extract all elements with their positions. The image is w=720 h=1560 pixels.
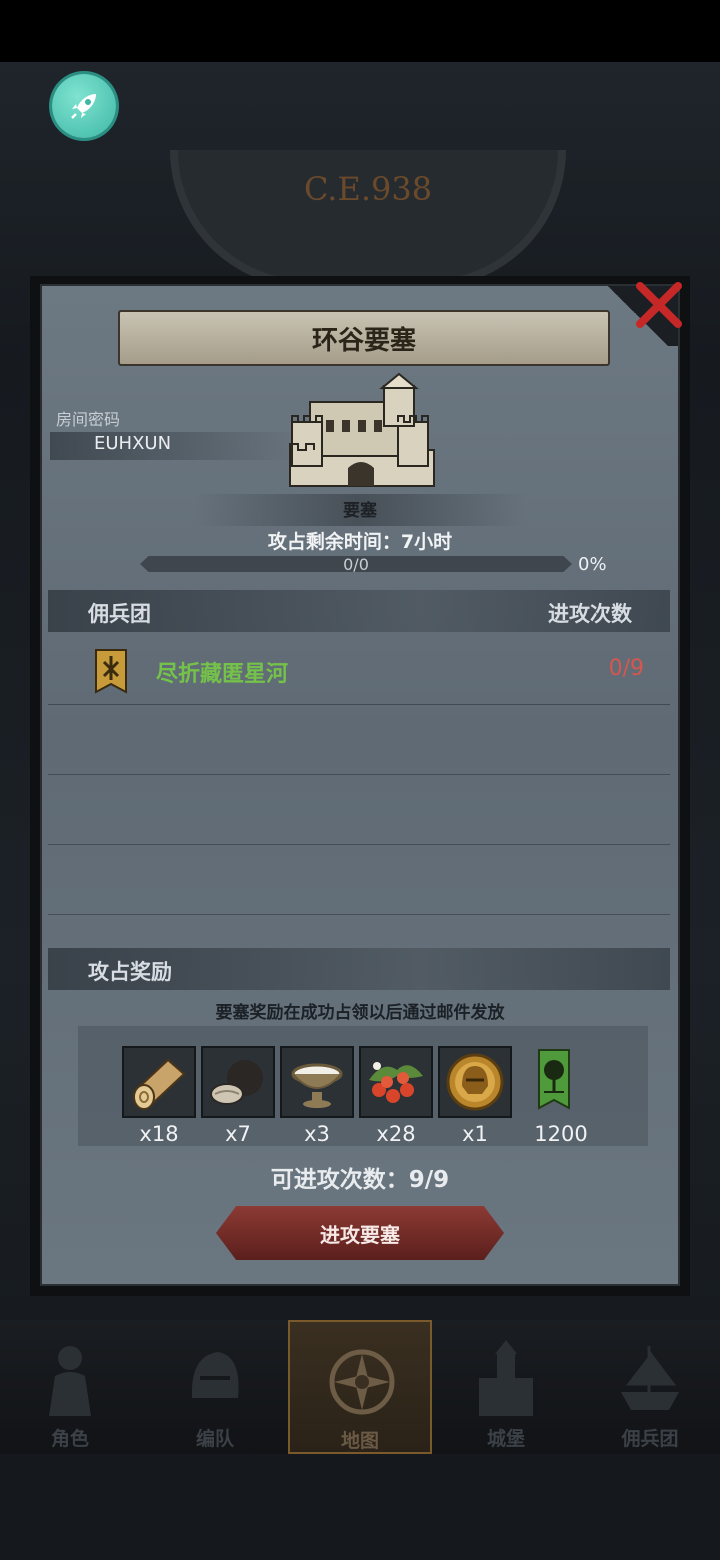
rewards-header-label: 攻占奖励 [88,960,172,984]
milk-bowl-icon [291,1063,343,1108]
knight-icon [49,1346,91,1416]
nav-label: 地图 [340,1430,379,1452]
reward-item-qty: x18 [139,1122,179,1146]
guild-banner-icon [94,648,128,698]
mercenary-name: 尽折藏匿星河 [156,662,289,687]
close-button[interactable] [632,278,686,332]
attack-count-header-label: 进攻次数 [548,602,632,626]
attacks-remaining: 可进攻次数：9/9 [270,1167,450,1193]
reward-item-milk[interactable] [280,1046,354,1118]
fortress-image [280,372,442,494]
close-icon [636,282,682,328]
nav-label: 城堡 [486,1428,525,1450]
reward-item-qty: x7 [225,1122,251,1146]
nav-label: 编队 [195,1428,234,1450]
reward-item-truffle[interactable] [201,1046,275,1118]
room-password-label: 房间密码 [56,410,121,429]
room-code-strip [50,432,300,460]
nav-tab-castle[interactable]: 城堡 [436,1320,576,1454]
empty-list-row [48,775,670,845]
berries-icon [369,1062,423,1103]
mercenary-header-label: 佣兵团 [88,602,151,626]
nav-tab-character[interactable]: 角色 [0,1320,140,1454]
reward-item-berries[interactable] [359,1046,433,1118]
ship-icon [621,1346,679,1410]
nav-label: 佣兵团 [621,1428,679,1450]
wood-log-icon [133,1058,186,1110]
reward-item-qty: x3 [304,1122,330,1146]
status-bar [0,0,720,62]
nav-tab-mercenary[interactable]: 佣兵团 [580,1320,720,1454]
fortress-caption: 要塞 [343,501,377,521]
dialog-title: 环谷要塞 [118,310,610,366]
reward-item-qty: x1 [462,1122,488,1146]
system-nav-area [0,1454,720,1560]
empty-list-row [48,845,670,915]
empty-list-row [48,705,670,775]
golden-helmet-medal-icon [446,1053,504,1111]
truffle-icon [210,1060,263,1105]
helmet-icon [191,1352,239,1398]
mercenary-row[interactable]: 尽折藏匿星河 0/9 [48,640,670,705]
room-code: EUHXUN [94,433,172,454]
rewards-note: 要塞奖励在成功占领以后通过邮件发放 [215,1003,505,1023]
nav-tab-formation[interactable]: 编队 [145,1320,285,1454]
capture-time-remaining: 攻占剩余时间：7小时 [267,531,453,553]
reward-item-qty: x28 [376,1122,416,1146]
capture-progress-count: 0/0 [343,555,369,574]
compass-icon [329,1349,395,1415]
reward-item-wood[interactable] [122,1046,196,1118]
rocket-icon [71,94,96,119]
capture-progress-percent: 0% [578,554,607,575]
mercenary-attack-count: 0/9 [608,656,644,681]
attack-fortress-button[interactable]: 进攻要塞 [216,1206,504,1260]
reward-item-qty: 1200 [534,1122,588,1146]
rocket-boost-button[interactable] [52,74,116,138]
tree-banner-icon [538,1049,570,1110]
nav-label: 角色 [50,1428,89,1450]
reward-item-helmet-medal[interactable] [438,1046,512,1118]
reward-item-banner[interactable] [517,1046,591,1118]
castle-icon [479,1340,533,1416]
nav-tab-map[interactable]: 地图 [288,1320,432,1454]
era-label: C.E.938 [303,170,433,208]
